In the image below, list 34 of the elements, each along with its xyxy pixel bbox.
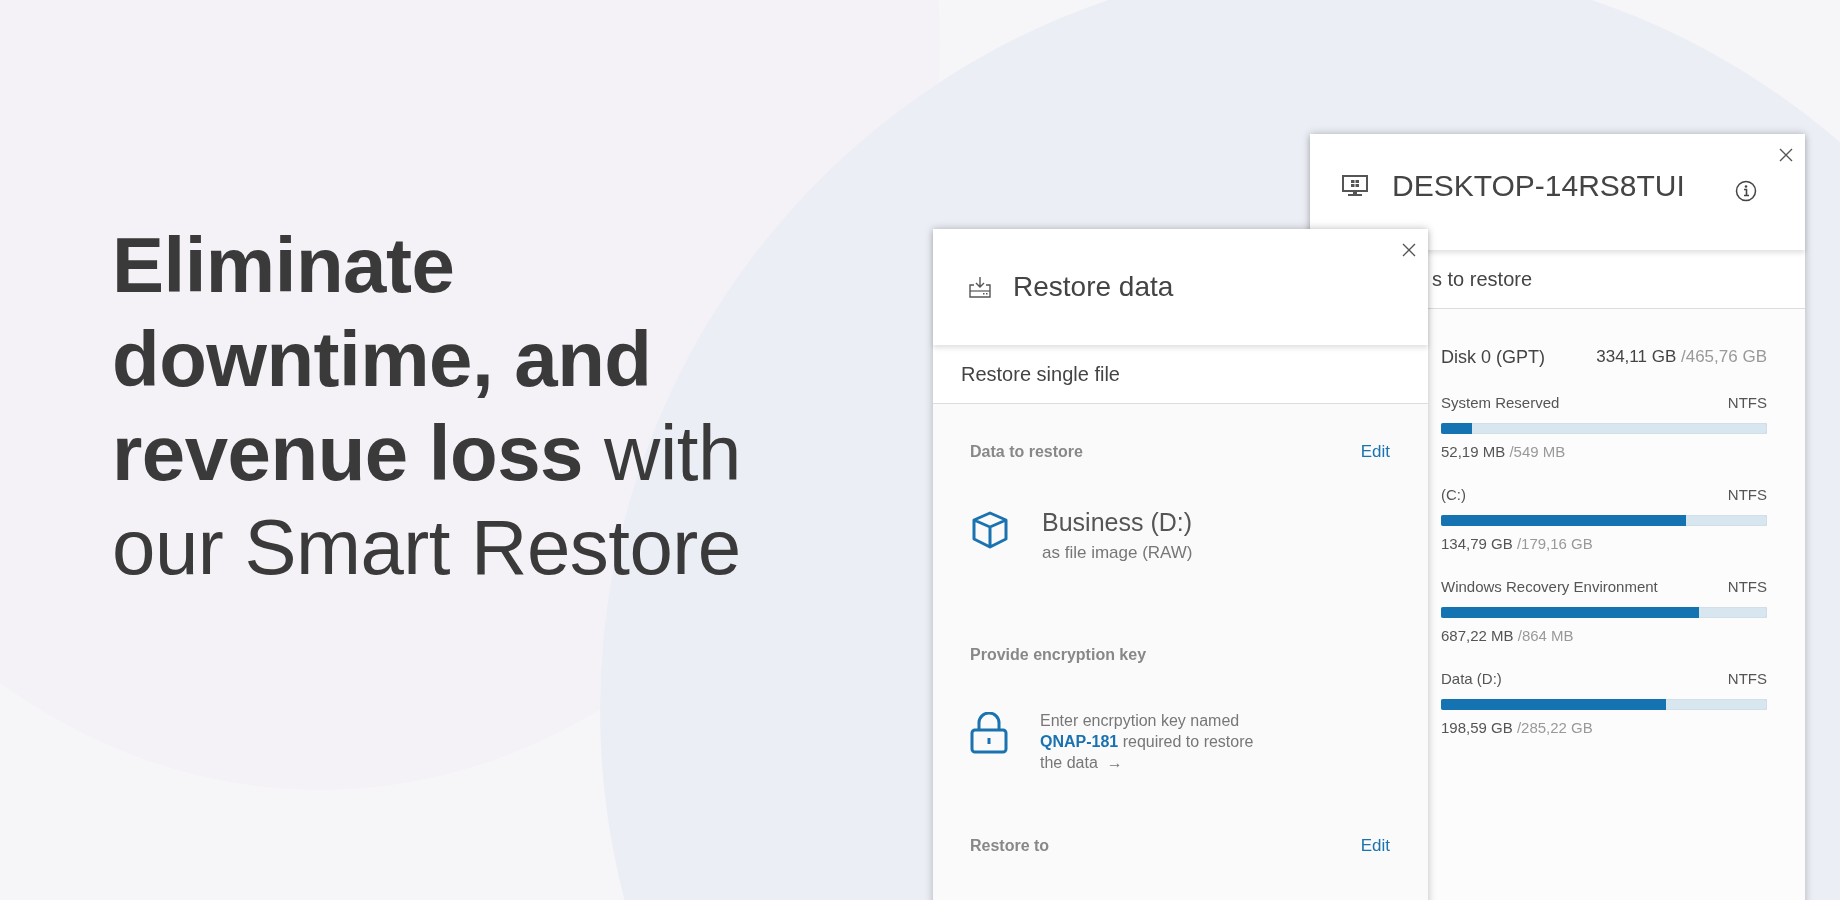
partition-size: 52,19 MB /549 MB xyxy=(1441,443,1567,460)
window-title: DESKTOP-14RS8TUI xyxy=(1392,169,1685,203)
filesystem-label: NTFS xyxy=(1727,578,1767,595)
cube-icon xyxy=(970,510,1010,550)
partition-name: Data (D:) xyxy=(1441,670,1502,687)
instruction-text: Enter encrpytion key named QNAP-181 required to restore the data → xyxy=(1040,711,1255,773)
panel-subtitle: s to restore xyxy=(1432,267,1533,291)
section-heading: Restore to xyxy=(970,837,1050,855)
monitor-icon xyxy=(1342,175,1368,197)
volume-detail: as file image (RAW) xyxy=(1042,543,1193,563)
filesystem-label: NTFS xyxy=(1727,486,1767,503)
partition-size: 134,79 GB /179,16 GB xyxy=(1441,535,1594,552)
disk-name: Disk 0 (GPT) xyxy=(1441,347,1545,368)
filesystem-label: NTFS xyxy=(1727,394,1767,411)
section-heading: Data to restore xyxy=(970,443,1083,461)
download-icon xyxy=(969,276,991,298)
edit-link[interactable]: Edit xyxy=(1360,442,1390,462)
panel-subtitle: Restore single file xyxy=(961,362,1120,386)
edit-link[interactable]: Edit xyxy=(1360,836,1390,856)
disk-size: 334,11 GB /465,76 GB xyxy=(1596,347,1767,368)
lock-icon xyxy=(970,712,1008,754)
section-heading: Provide encryption key xyxy=(970,646,1147,664)
partition-name: (C:) xyxy=(1441,486,1466,503)
filesystem-label: NTFS xyxy=(1727,670,1767,687)
partition-name: System Reserved xyxy=(1441,394,1560,411)
close-icon[interactable] xyxy=(1402,243,1416,257)
info-icon[interactable] xyxy=(1735,180,1757,202)
headline: Eliminate downtime, and revenue loss with our Smart Restore xyxy=(112,220,742,593)
partition-name: Windows Recovery Environment xyxy=(1441,578,1658,595)
partition-size: 198,59 GB /285,22 GB xyxy=(1441,719,1594,736)
window-title: Restore data xyxy=(1013,271,1174,303)
volume-name: Business (D:) xyxy=(1042,508,1193,537)
partition-size: 687,22 MB /864 MB xyxy=(1441,627,1575,644)
close-icon[interactable] xyxy=(1779,148,1793,162)
